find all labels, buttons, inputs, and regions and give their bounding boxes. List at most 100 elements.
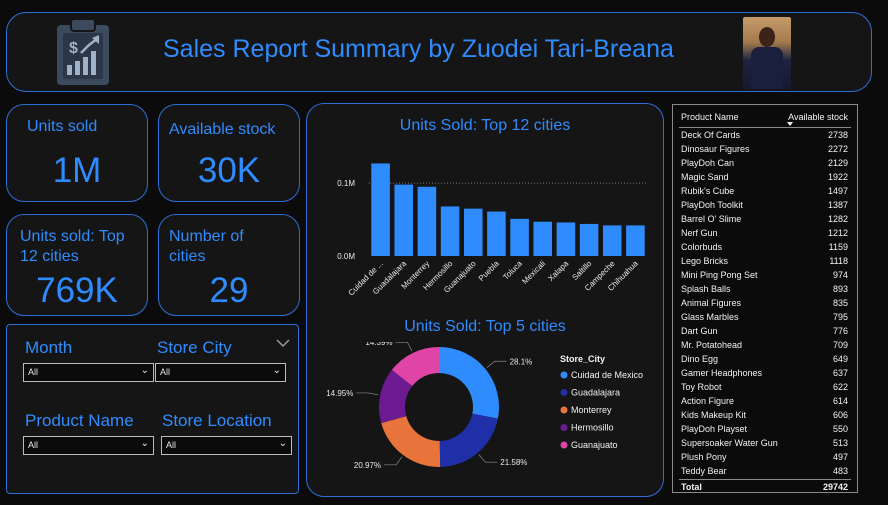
table-row[interactable]: Splash Balls 893 (679, 283, 851, 297)
table-row[interactable]: Mr. Potatohead 709 (679, 339, 851, 353)
bar[interactable] (394, 184, 414, 256)
legend-marker (560, 424, 568, 431)
chevron-down-icon[interactable] (275, 337, 291, 349)
available-stock-cell: 614 (832, 396, 848, 406)
product-name-cell: Dino Egg (681, 354, 719, 364)
available-stock-cell: 606 (832, 410, 848, 420)
table-row[interactable]: Mini Ping Pong Set 974 (679, 269, 851, 283)
bar[interactable] (417, 186, 437, 256)
header-divider (679, 127, 851, 128)
table-row[interactable]: Nerf Gun 1212 (679, 227, 851, 241)
table-row[interactable]: PlayDoh Can 2129 (679, 157, 851, 171)
product-name-cell: Kids Makeup Kit (681, 410, 747, 420)
kpi-number-of-cities: Number of cities 29 (158, 214, 300, 316)
table-row[interactable]: Dart Gun 776 (679, 325, 851, 339)
legend-title: Store_City (560, 354, 605, 364)
bar[interactable] (510, 218, 529, 256)
bar-chart-title: Units Sold: Top 12 cities (399, 117, 571, 134)
bar[interactable] (463, 208, 483, 256)
product-name-cell: Magic Sand (681, 172, 729, 182)
product-name-cell: Toy Robot (681, 382, 722, 392)
available-stock-cell: 2272 (827, 144, 848, 154)
store-location-select-value: All (166, 440, 177, 450)
table-total-row: Total 29742 (679, 479, 851, 493)
table-row[interactable]: Barrel O' Slime 1282 (679, 213, 851, 227)
bar[interactable] (440, 206, 460, 256)
legend-item[interactable]: Hermosillo (571, 423, 614, 433)
legend-item[interactable]: Cuidad de Mexico (571, 370, 643, 380)
donut-slice[interactable] (381, 416, 441, 467)
bar[interactable] (533, 221, 553, 256)
donut-slice[interactable] (439, 347, 499, 419)
table-row[interactable]: Lego Bricks 1118 (679, 255, 851, 269)
table-row[interactable]: Kids Makeup Kit 606 (679, 409, 851, 423)
donut-chart-title: Units Sold: Top 5 cities (404, 318, 566, 335)
x-tick-label: Xalapa (546, 259, 570, 283)
kpi-label: Available stock (169, 121, 276, 138)
bar[interactable] (556, 222, 576, 256)
kpi-units-top12: Units sold: Top 12 cities 769K (6, 214, 148, 316)
sales-report-clipboard-icon: $ (57, 18, 109, 85)
table-row[interactable]: Dinosaur Figures 2272 (679, 143, 851, 157)
legend-item[interactable]: Guadalajara (571, 388, 620, 398)
store-city-filter-label: Store City (157, 338, 232, 357)
store-city-select[interactable]: All ⌄ (155, 363, 286, 382)
available-stock-cell: 1922 (827, 172, 848, 182)
bar[interactable] (602, 225, 622, 256)
chevron-down-icon: ⌄ (140, 365, 149, 376)
product-name-select-value: All (28, 440, 39, 450)
table-row[interactable]: Toy Robot 622 (679, 381, 851, 395)
table-row[interactable]: Deck Of Cards 2738 (679, 129, 851, 143)
available-stock-cell: 709 (832, 340, 848, 350)
product-name-select[interactable]: All ⌄ (23, 436, 154, 455)
product-name-cell: PlayDoh Toolkit (681, 200, 743, 210)
available-stock-cell: 835 (832, 298, 848, 308)
filters-panel: Month All ⌄ Store City All ⌄ Product Nam… (6, 324, 299, 494)
table-row[interactable]: PlayDoh Playset 550 (679, 423, 851, 437)
table-row[interactable]: Rubik's Cube 1497 (679, 185, 851, 199)
chevron-down-icon: ⌄ (278, 438, 287, 449)
column-header-product-name[interactable]: Product Name (681, 112, 739, 122)
y-tick-label: 0.1M (337, 179, 355, 188)
product-name-cell: Dinosaur Figures (681, 144, 750, 154)
bar[interactable] (579, 223, 599, 256)
y-tick-label: 0.0M (337, 252, 355, 261)
available-stock-cell: 550 (832, 424, 848, 434)
month-select[interactable]: All ⌄ (23, 363, 154, 382)
legend-item[interactable]: Monterrey (571, 405, 612, 415)
legend-marker (560, 406, 568, 414)
bar[interactable] (371, 163, 390, 256)
table-row[interactable]: Action Figure 614 (679, 395, 851, 409)
chevron-down-icon: ⌄ (272, 365, 281, 376)
bar[interactable] (626, 225, 645, 256)
store-city-select-value: All (160, 367, 171, 377)
product-name-cell: Animal Figures (681, 298, 742, 308)
donut-slice[interactable] (439, 413, 498, 467)
product-name-cell: PlayDoh Playset (681, 424, 748, 434)
legend-marker (560, 441, 568, 449)
table-row[interactable]: Magic Sand 1922 (679, 171, 851, 185)
table-row[interactable]: PlayDoh Toolkit 1387 (679, 199, 851, 213)
table-row[interactable]: Supersoaker Water Gun 513 (679, 437, 851, 451)
store-location-select[interactable]: All ⌄ (161, 436, 292, 455)
table-row[interactable]: Glass Marbles 795 (679, 311, 851, 325)
svg-text:$: $ (69, 40, 78, 57)
legend-marker (560, 371, 568, 379)
product-name-cell: Mr. Potatohead (681, 340, 743, 350)
legend-item[interactable]: Guanajuato (571, 440, 618, 450)
x-tick-label: Puebla (477, 259, 501, 283)
bar[interactable] (487, 211, 506, 256)
table-row[interactable]: Plush Pony 497 (679, 451, 851, 465)
table-row[interactable]: Colorbuds 1159 (679, 241, 851, 255)
table-row[interactable]: Gamer Headphones 637 (679, 367, 851, 381)
column-header-available-stock[interactable]: Available stock (788, 112, 848, 122)
table-row[interactable]: Dino Egg 649 (679, 353, 851, 367)
table-row[interactable]: Teddy Bear 483 (679, 465, 851, 479)
leader-line (478, 454, 498, 463)
sort-descending-icon (787, 122, 793, 126)
chevron-down-icon: ⌄ (140, 438, 149, 449)
product-name-cell: Plush Pony (681, 452, 727, 462)
slice-value-label: 28.1% (510, 357, 533, 366)
table-row[interactable]: Animal Figures 835 (679, 297, 851, 311)
store-location-filter-label: Store Location (162, 411, 272, 430)
